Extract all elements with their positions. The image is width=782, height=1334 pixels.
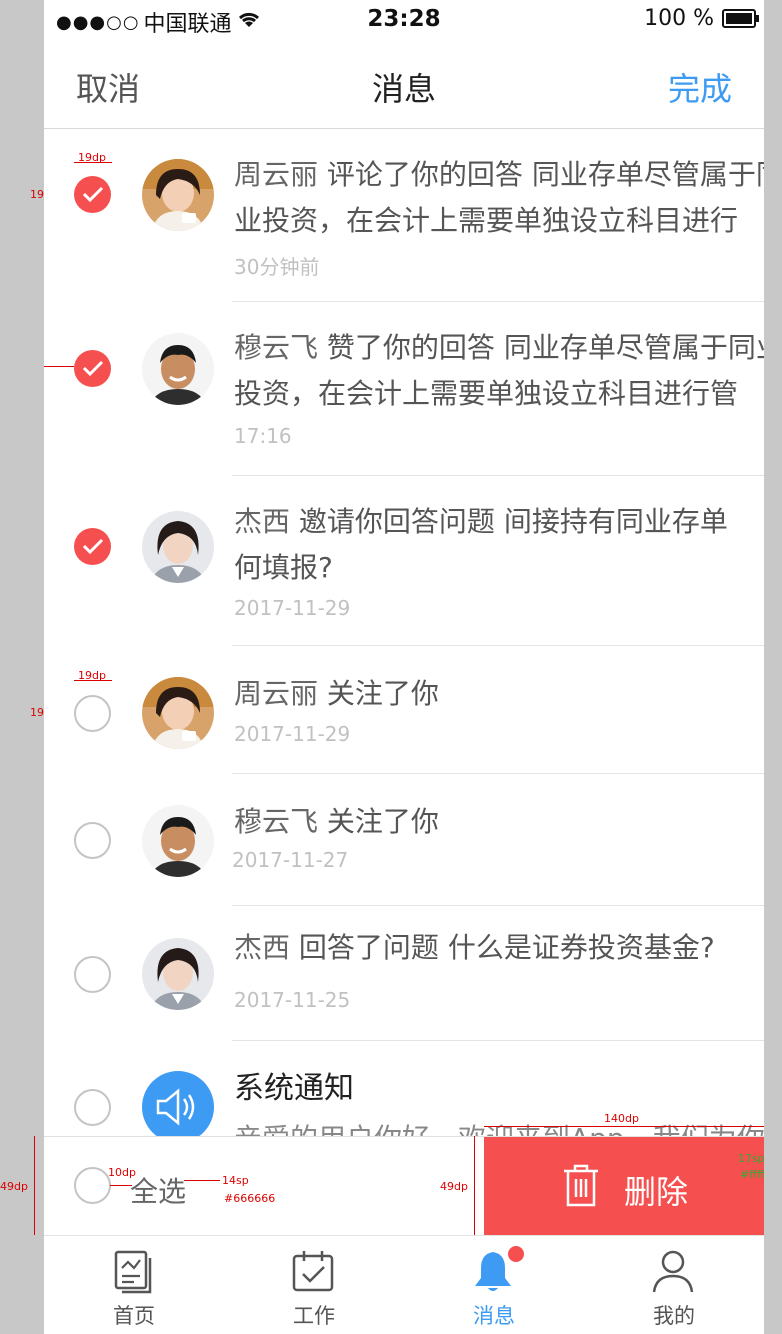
annotation-140dp: 140dp xyxy=(604,1112,639,1125)
annotation-49dp-left: 49dp xyxy=(0,1180,28,1193)
message-time: 2017-11-29 xyxy=(234,722,351,746)
message-text: 赞了你的回答 同业存单尽管属于同业投资，在会计上需要单独设立科目进行管 xyxy=(326,331,764,364)
sender-name: 穆云飞 xyxy=(234,331,319,364)
sender-name: 穆云飞 xyxy=(234,805,319,838)
list-item[interactable]: 周云丽 评论了你的回答 同业存单尽管属于同业投资，在会计上需要单独设立科目进行 … xyxy=(44,129,764,302)
message-text-line2: 投资，在会计上需要单独设立科目进行管 xyxy=(234,377,739,410)
message-time: 30分钟前 xyxy=(234,255,320,279)
checkbox-checked[interactable] xyxy=(74,176,111,213)
avatar xyxy=(142,805,214,877)
tab-label: 我的 xyxy=(653,1304,695,1328)
select-all-checkbox[interactable] xyxy=(74,1167,111,1204)
battery-icon xyxy=(722,9,759,28)
tab-label: 工作 xyxy=(293,1304,335,1328)
message-time: 17:16 xyxy=(234,424,292,448)
home-doc-icon xyxy=(114,1250,152,1294)
tab-bar: 首页 工作 消息 我的 xyxy=(44,1235,764,1334)
list-item[interactable]: 杰西 邀请你回答问题 间接持有同业存单 何填报? 2017-11-29 xyxy=(44,476,764,646)
message-time: 2017-11-29 xyxy=(234,596,351,620)
checkbox-checked[interactable] xyxy=(74,528,111,565)
tab-messages[interactable]: 消息 xyxy=(404,1236,584,1334)
sender-name: 周云丽 xyxy=(234,158,319,191)
annotation-17sp: 17sp xyxy=(738,1152,764,1165)
phone-screen: ●●●○○ 中国联通 23:28 100 % 取消 消息 完成 周云丽 评论了你… xyxy=(44,0,764,1334)
avatar xyxy=(142,511,214,583)
message-title: 系统通知 xyxy=(234,1067,764,1111)
annotation-10dp: 10dp xyxy=(108,1166,136,1179)
checkmark-icon xyxy=(82,538,104,554)
message-text: 关注了你 xyxy=(318,805,439,838)
delete-button[interactable]: 删除 xyxy=(484,1137,764,1236)
annotation-49dp-mid: 49dp xyxy=(440,1180,468,1193)
message-title: 杰西 回答了问题 什么是证券投资基金? xyxy=(234,926,764,970)
checkbox-unchecked[interactable] xyxy=(74,822,111,859)
nav-bar: 取消 消息 完成 xyxy=(44,40,764,129)
trash-icon xyxy=(564,1164,598,1207)
message-title: 穆云飞 赞了你的回答 同业存单尽管属于同业投资，在会计上需要单独设立科目进行管 xyxy=(234,326,764,370)
avatar xyxy=(142,938,214,1010)
battery-percent: 100 % xyxy=(644,6,714,31)
annotation-color-fff: #ffffff xyxy=(740,1168,764,1181)
annotation-color-666: #666666 xyxy=(224,1192,276,1205)
annotation-14sp: 14sp xyxy=(222,1174,249,1187)
sender-name: 周云丽 xyxy=(234,677,319,710)
message-title: 穆云飞 关注了你 xyxy=(234,800,764,844)
speaker-icon xyxy=(142,1071,214,1143)
avatar xyxy=(142,159,214,231)
delete-label: 删除 xyxy=(624,1173,689,1211)
message-text-line2: 何填报? xyxy=(234,551,333,584)
message-text: 邀请你回答问题 间接持有同业存单 xyxy=(290,505,728,538)
tab-profile[interactable]: 我的 xyxy=(584,1236,764,1334)
list-item[interactable]: 穆云飞 关注了你 2017-11-27 xyxy=(44,774,764,906)
list-item[interactable]: 杰西 回答了问题 什么是证券投资基金? 2017-11-25 xyxy=(44,906,764,1041)
annotation-line xyxy=(44,366,74,367)
checkbox-unchecked[interactable] xyxy=(74,956,111,993)
calendar-check-icon xyxy=(292,1251,334,1292)
tab-label: 消息 xyxy=(473,1304,515,1328)
select-all-label[interactable]: 全选 xyxy=(130,1170,186,1210)
tab-work[interactable]: 工作 xyxy=(224,1236,404,1334)
sender-name: 杰西 xyxy=(234,931,291,964)
message-text: 关注了你 xyxy=(318,677,439,710)
checkmark-icon xyxy=(82,186,104,202)
message-time: 2017-11-27 xyxy=(232,848,349,872)
checkbox-unchecked[interactable] xyxy=(74,1089,111,1126)
list-item[interactable]: 穆云飞 赞了你的回答 同业存单尽管属于同业投资，在会计上需要单独设立科目进行管 … xyxy=(44,302,764,476)
annotation-line xyxy=(474,1136,475,1235)
annotation-line xyxy=(74,680,112,681)
message-text: 回答了问题 什么是证券投资基金? xyxy=(290,931,715,964)
person-icon xyxy=(652,1250,694,1293)
done-button[interactable]: 完成 xyxy=(668,64,732,110)
annotation-line xyxy=(110,1185,132,1186)
sender-name: 杰西 xyxy=(234,505,291,538)
annotation-line xyxy=(484,1126,764,1127)
message-text: 评论了你的回答 同业存单尽管属于同业投资，在会计上需要单独设立科目进行 xyxy=(326,158,764,191)
message-text-line2: 业投资，在会计上需要单独设立科目进行 xyxy=(234,204,739,237)
checkmark-icon xyxy=(82,360,104,376)
avatar xyxy=(142,677,214,749)
sender-name: 系统通知 xyxy=(234,1071,354,1106)
message-title: 周云丽 关注了你 xyxy=(234,672,764,716)
tab-home[interactable]: 首页 xyxy=(44,1236,224,1334)
checkbox-checked[interactable] xyxy=(74,350,111,387)
edit-action-bar: 全选 删除 xyxy=(44,1136,764,1236)
message-time: 2017-11-25 xyxy=(234,988,351,1012)
checkbox-unchecked[interactable] xyxy=(74,695,111,732)
annotation-line xyxy=(184,1180,220,1181)
annotation-line xyxy=(74,162,112,163)
notification-badge xyxy=(508,1246,524,1262)
message-title: 杰西 邀请你回答问题 间接持有同业存单 xyxy=(234,500,764,544)
annotation-line xyxy=(34,1136,35,1235)
avatar xyxy=(142,333,214,405)
page-title: 消息 xyxy=(371,70,436,108)
list-item[interactable]: 周云丽 关注了你 2017-11-29 xyxy=(44,646,764,774)
status-bar: ●●●○○ 中国联通 23:28 100 % xyxy=(44,0,764,40)
message-title: 周云丽 评论了你的回答 同业存单尽管属于同业投资，在会计上需要单独设立科目进行 xyxy=(234,153,764,197)
tab-label: 首页 xyxy=(113,1304,155,1328)
